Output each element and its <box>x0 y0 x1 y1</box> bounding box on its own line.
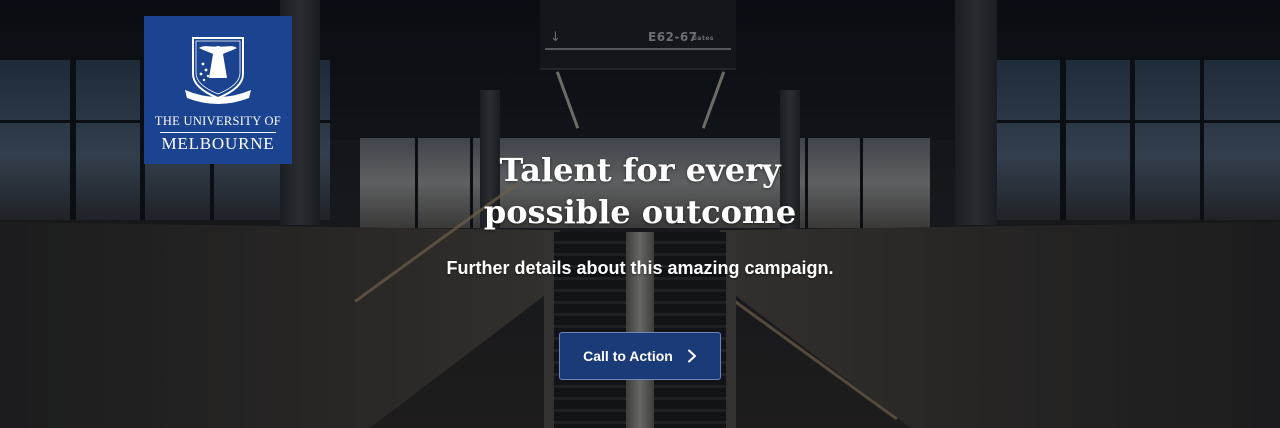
hero-headline: Talent for every possible outcome <box>483 151 797 231</box>
call-to-action-button[interactable]: Call to Action <box>559 332 721 380</box>
university-crest-icon <box>185 37 251 104</box>
logo-name-line1: THE UNIVERSITY OF <box>154 114 282 128</box>
cta-label: Call to Action <box>583 348 673 364</box>
logo-name-line2: MELBOURNE <box>161 134 275 153</box>
hero-banner: ↓ E62-67 Gates THE UNIVERSITY OF MELBOUR… <box>0 0 1280 428</box>
logo-divider <box>160 132 276 133</box>
hero-subheadline: Further details about this amazing campa… <box>446 258 834 278</box>
university-logo[interactable]: THE UNIVERSITY OF MELBOURNE <box>144 16 292 164</box>
chevron-right-icon <box>687 349 696 363</box>
